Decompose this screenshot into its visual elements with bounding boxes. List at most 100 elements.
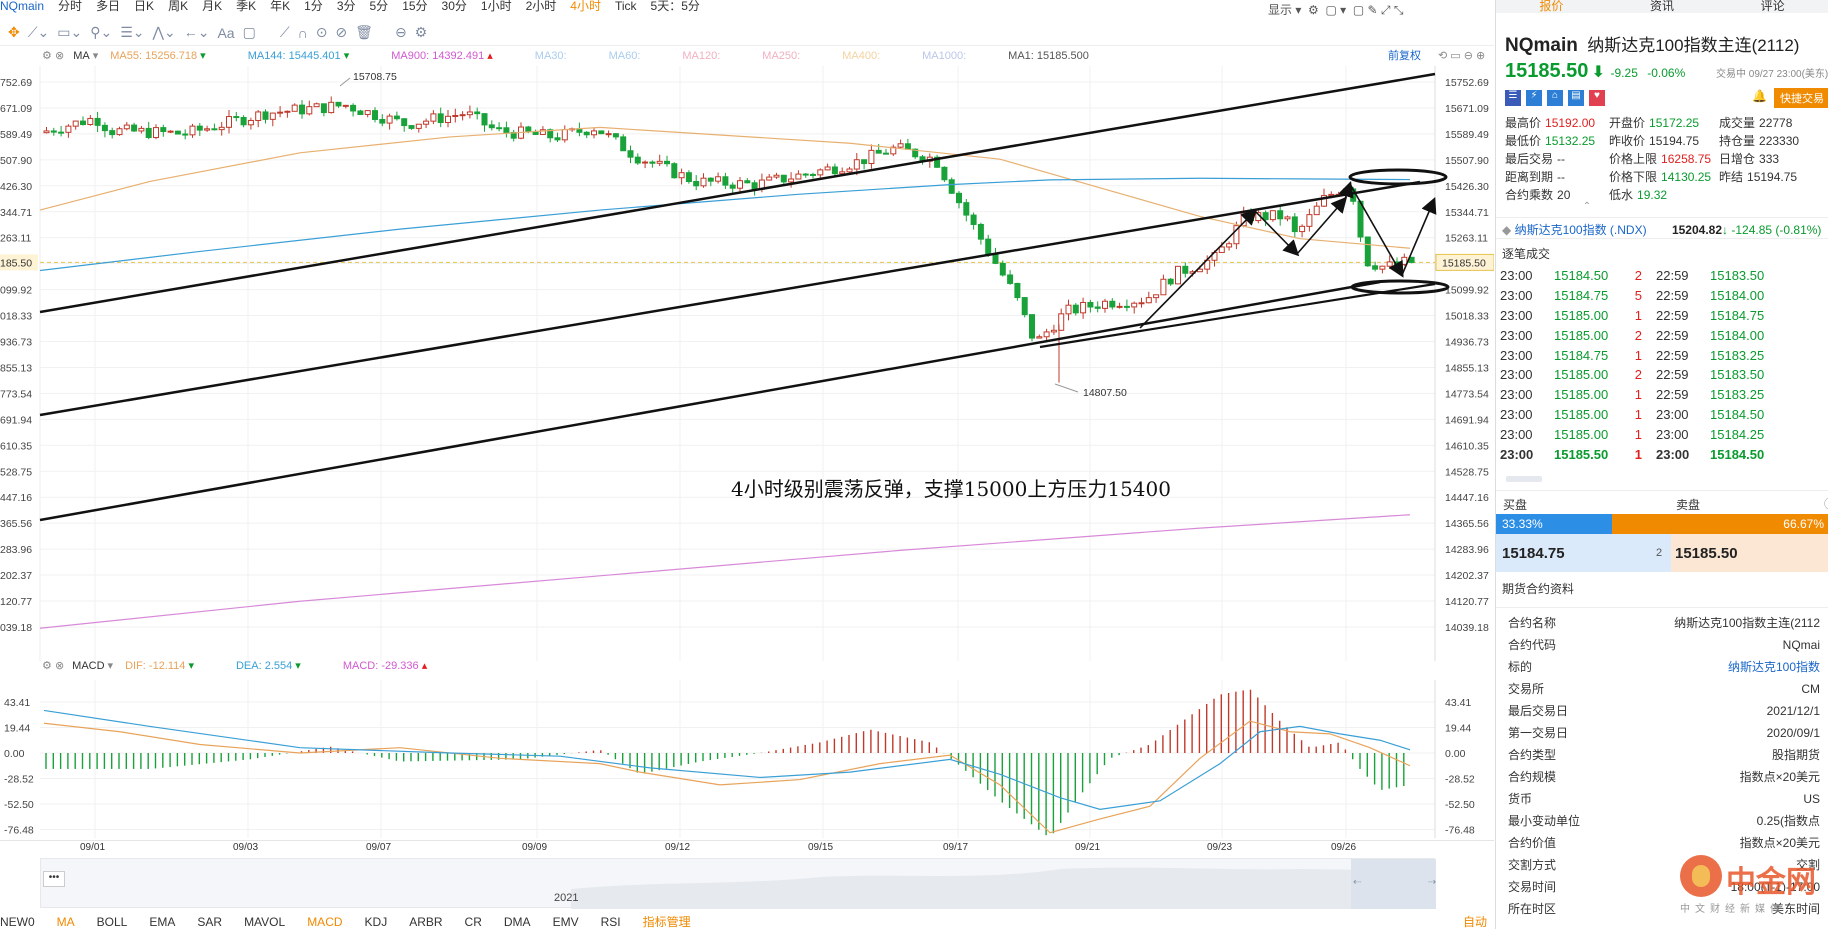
tab-quote[interactable]: 报价 (1496, 0, 1607, 13)
lightning-icon[interactable]: ⚡ (1526, 90, 1542, 106)
candlestick-chart[interactable]: 15752.69 15671.09 15589.49 15507.90 15426.30… (0, 66, 1494, 661)
period-14[interactable]: 4小时 (570, 0, 601, 12)
period-12[interactable]: 1小时 (481, 0, 512, 12)
candle-body (291, 104, 298, 112)
stat-value: 15192.00 (1545, 115, 1596, 130)
ruler-icon[interactable]: ⟋ (280, 24, 290, 41)
shape-tool-icon[interactable]: ▭⌄ (57, 24, 82, 41)
crosshair-icon[interactable]: ✥ (8, 24, 20, 41)
magnet-icon[interactable]: ∩ (298, 25, 308, 41)
indicator-7[interactable]: KDJ (365, 916, 388, 929)
scrollbar[interactable] (1506, 475, 1542, 482)
macd-tick: -28.52 (1445, 774, 1475, 786)
heart-icon[interactable]: ♥ (1589, 90, 1605, 106)
date-label: 09/23 (1207, 842, 1233, 853)
period-1[interactable]: 多日 (96, 0, 120, 12)
macd-chart[interactable]: 43.41 19.44 0.00 -28.52 -52.50 -76.48 43.41 19.… (0, 680, 1494, 838)
candle-body (751, 182, 758, 190)
trend-tool-icon[interactable]: ⟋⌄ (28, 24, 50, 41)
period-4[interactable]: 月K (202, 0, 222, 12)
ask-cell[interactable]: 15185.50 (1671, 533, 1828, 572)
range-navigator[interactable]: ••• 2021 ⇠ ⇢ (40, 858, 1436, 909)
navigator-handle-right[interactable]: ⇠ (1353, 877, 1361, 888)
indicator-10[interactable]: DMA (504, 916, 531, 929)
period-5[interactable]: 季K (236, 0, 256, 12)
index-name[interactable]: 纳斯达克100指数 (.NDX) (1515, 223, 1647, 237)
tab-news[interactable]: 资讯 (1607, 0, 1718, 13)
period-13[interactable]: 2小时 (526, 0, 557, 12)
period-2[interactable]: 日K (134, 0, 154, 12)
navigator-handle-end[interactable]: ⇢ (1428, 877, 1436, 888)
hide-icon[interactable]: ⊘ (335, 24, 347, 41)
settings-icon[interactable]: ⚙ (42, 47, 52, 65)
tab-comments[interactable]: 评论 (1717, 0, 1828, 13)
indicator-1[interactable]: MA (57, 916, 75, 929)
indicator-11[interactable]: EMV (553, 916, 579, 929)
display-button[interactable]: 显示 (1268, 3, 1292, 17)
period-8[interactable]: 3分 (337, 0, 356, 12)
bid-cell[interactable]: 15184.75 2 (1496, 533, 1671, 572)
eye-icon[interactable]: ⊖ (395, 24, 407, 41)
period-0[interactable]: 分时 (58, 0, 82, 12)
period-7[interactable]: 1分 (304, 0, 323, 12)
comment-icon[interactable]: ▢ (243, 24, 256, 41)
period-11[interactable]: 30分 (442, 0, 467, 12)
ma-legend-name[interactable]: MA (73, 47, 90, 65)
period-10[interactable]: 15分 (402, 0, 427, 12)
lock-icon[interactable]: ⊙ (316, 24, 328, 41)
quick-trade-button[interactable]: 快捷交易 (1774, 88, 1828, 108)
trade-qty: 1 (1634, 406, 1642, 422)
candle-body (269, 112, 276, 120)
indicator-0[interactable]: NEW0 (0, 916, 35, 929)
bank-icon[interactable]: ⌂ (1547, 90, 1563, 106)
index-row[interactable]: ◆ 纳斯达克100指数 (.NDX) 15204.82↓ -124.85 (-0… (1496, 217, 1828, 239)
info-row: 交易所 CM (1496, 678, 1828, 700)
period-9[interactable]: 5分 (370, 0, 389, 12)
indicator-3[interactable]: EMA (149, 916, 175, 929)
pattern-tool-icon[interactable]: ⋀⌄ (153, 24, 176, 41)
settings-icon[interactable]: ⚙ (415, 24, 428, 41)
trade-time-2: 23:00 (1656, 426, 1689, 442)
indicator-8[interactable]: ARBR (409, 916, 442, 929)
icon-row: ☰ ⚡ ⌂ ▤ ♥ 🔔 快捷交易 (1496, 81, 1828, 109)
flag-icon[interactable]: ☰ (1505, 90, 1521, 106)
symbol-link[interactable]: NQmain (0, 0, 44, 12)
chart-icon[interactable]: ▤ (1568, 90, 1584, 106)
period-6[interactable]: 年K (270, 0, 290, 12)
period-15[interactable]: Tick (615, 0, 637, 12)
fib-tool-icon[interactable]: ☰⌄ (120, 24, 144, 41)
collapse-icon[interactable]: ⌃ (1496, 202, 1828, 213)
date-label: 09/15 (808, 842, 834, 853)
price-tick: 14039.18 (1445, 622, 1489, 634)
info-icon[interactable]: ⓘ (1824, 495, 1828, 512)
arrow-tool-icon[interactable]: ←⌄ (184, 24, 210, 41)
indicator-6[interactable]: MACD (307, 916, 342, 929)
info-value[interactable]: 纳斯达克100指数 (1728, 656, 1820, 678)
period-3[interactable]: 周K (168, 0, 188, 12)
indicator-9[interactable]: CR (465, 916, 482, 929)
period-16[interactable]: 5天：5分 (651, 0, 700, 12)
close-icon[interactable]: ⊗ (55, 47, 64, 65)
settings-icon[interactable]: ⚙ (42, 657, 52, 675)
indicator-12[interactable]: RSI (601, 916, 621, 929)
candle-body (1029, 314, 1035, 339)
candle-body (481, 113, 488, 126)
auto-button[interactable]: 自动 (1463, 916, 1487, 929)
bell-icon[interactable]: 🔔 (1752, 89, 1767, 103)
indicator-4[interactable]: SAR (197, 916, 222, 929)
close-icon[interactable]: ⊗ (55, 657, 64, 675)
trade-time-2: 22:59 (1656, 268, 1689, 284)
macd-legend-name[interactable]: MACD (72, 657, 104, 675)
indicator-13[interactable]: 指标管理 (643, 916, 691, 929)
fork-tool-icon[interactable]: ⚲⌄ (90, 24, 112, 41)
navigator-handle-left[interactable]: ••• (43, 871, 65, 887)
indicator-5[interactable]: MAVOL (244, 916, 285, 929)
indicator-2[interactable]: BOLL (97, 916, 128, 929)
chevron-down-icon[interactable]: ▾ (93, 47, 99, 65)
price-tick: 14447.16 (1445, 492, 1489, 504)
text-tool-icon[interactable]: Aa (217, 25, 234, 41)
delete-icon[interactable]: 🗑 (355, 24, 373, 41)
info-row: 合约名称 纳斯达克100指数主连(2112 (1496, 612, 1828, 634)
ma144-line (39, 177, 1411, 272)
adjust-button[interactable]: 前复权 (1388, 47, 1421, 65)
